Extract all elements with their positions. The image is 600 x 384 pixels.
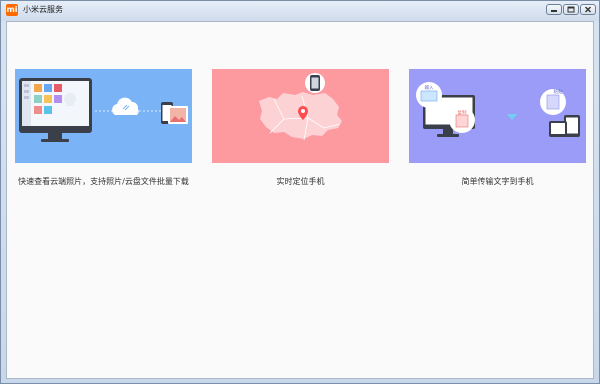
window-title: 小米云服务 — [23, 5, 63, 14]
feature-card-text-transfer[interactable]: 输入 复制 粘贴 简单传输文字到手机 — [409, 69, 586, 188]
copy-label: 复制 — [458, 109, 467, 116]
main-content: 快速查看云端照片，支持照片/云盘文件批量下载 实时定位手机 输入 复制 粘贴 简… — [6, 21, 594, 379]
close-button[interactable] — [580, 4, 596, 15]
minimize-button[interactable] — [546, 4, 562, 15]
maximize-icon — [567, 6, 575, 13]
photos-sync-illustration — [15, 69, 192, 163]
feature-caption: 快速查看云端照片，支持照片/云盘文件批量下载 — [18, 177, 189, 186]
feature-caption: 简单传输文字到手机 — [461, 177, 534, 186]
locate-phone-illustration — [212, 69, 389, 163]
feature-card-photos[interactable]: 快速查看云端照片，支持照片/云盘文件批量下载 — [15, 69, 192, 188]
minimize-icon — [551, 10, 557, 12]
feature-card-locate[interactable]: 实时定位手机 — [212, 69, 389, 188]
close-icon — [585, 6, 591, 13]
title-bar[interactable]: mi 小米云服务 — [1, 1, 599, 21]
paste-label: 粘贴 — [554, 88, 563, 95]
input-label: 输入 — [425, 84, 434, 91]
mi-logo-icon: mi — [6, 4, 18, 16]
app-window: mi 小米云服务 快速查看云端照片，支持照片/云盘文件批量下载 实时定位手机 输… — [0, 0, 600, 384]
feature-caption: 实时定位手机 — [276, 177, 325, 186]
maximize-button[interactable] — [563, 4, 579, 15]
text-transfer-illustration: 输入 复制 粘贴 — [409, 69, 586, 163]
